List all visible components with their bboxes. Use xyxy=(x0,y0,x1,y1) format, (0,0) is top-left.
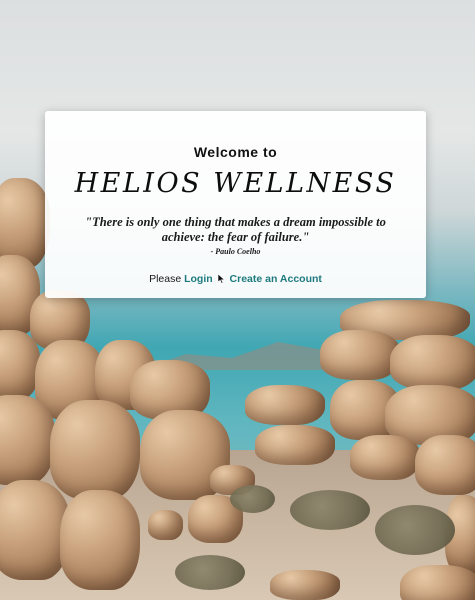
brand-title: HELIOS WELLNESS xyxy=(74,168,397,199)
create-account-link[interactable]: Create an Account xyxy=(230,273,322,285)
shrub xyxy=(290,490,370,530)
welcome-heading: Welcome to xyxy=(193,144,278,160)
landing-page: Welcome to HELIOS WELLNESS "There is onl… xyxy=(0,0,475,600)
rock xyxy=(320,330,400,380)
rock xyxy=(0,395,55,485)
auth-prompt-prefix: Please xyxy=(149,273,182,285)
shrub xyxy=(175,555,245,590)
welcome-card: Welcome to HELIOS WELLNESS "There is onl… xyxy=(45,111,426,298)
rock xyxy=(415,435,475,495)
rock xyxy=(350,435,420,480)
auth-prompt: Please Login or Create an Account xyxy=(45,273,426,285)
shrub xyxy=(230,485,275,513)
rock xyxy=(400,565,475,600)
rock xyxy=(148,510,183,540)
rock xyxy=(255,425,335,465)
quote-text: "There is only one thing that makes a dr… xyxy=(85,215,386,244)
rock xyxy=(390,335,475,390)
login-link[interactable]: Login xyxy=(184,273,213,285)
shrub xyxy=(375,505,455,555)
rock xyxy=(0,330,40,400)
rock xyxy=(60,490,140,590)
rock xyxy=(50,400,140,500)
rock xyxy=(270,570,340,600)
rock xyxy=(245,385,325,425)
mouse-pointer-icon xyxy=(217,273,226,284)
quote-author: - Paulo Coelho xyxy=(210,247,261,256)
